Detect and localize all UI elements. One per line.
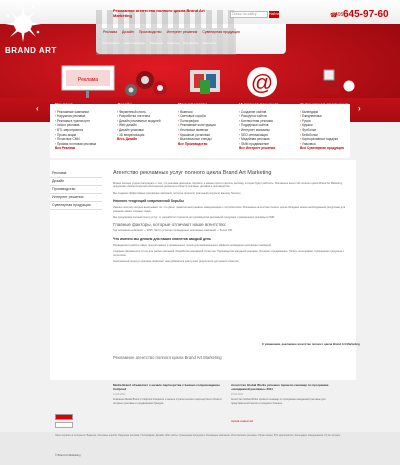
site-tagline: Рекламное агентство полного цикла Brand …	[113, 8, 205, 18]
category-title[interactable]: Сувенирная продукция	[300, 102, 348, 108]
search-button[interactable]: Найти	[269, 11, 279, 18]
page-title: Агентство рекламных услуг полного цикла …	[113, 170, 272, 176]
news-date: 15.03.2011	[231, 393, 244, 397]
footer-text: Наши сервисы в интернете: Вывески, Свето…	[55, 434, 341, 437]
category-all-link[interactable]: Вся Сувенирная продукция	[300, 146, 348, 151]
nav-item[interactable]: Реклама	[103, 30, 117, 37]
logo-text[interactable]: BRAND ART	[5, 46, 57, 55]
copyright: © Brand Art Marketing	[55, 454, 81, 457]
subnav-item[interactable]: Портфолио	[183, 41, 199, 47]
sub-nav: О компании Наши партнеры Вакансии Клиент…	[103, 41, 283, 47]
counter-badge[interactable]	[55, 422, 73, 428]
printing-icon	[190, 70, 220, 94]
subnav-item[interactable]: Наши партнеры	[124, 41, 146, 47]
sidebar-item-advertising[interactable]: Реклама	[50, 170, 102, 178]
news-item: Media Brand объявляет о начале партнерст…	[113, 383, 223, 405]
section-title: Рекламное агентство полного цикла Brand …	[113, 355, 222, 360]
arrow-right-icon[interactable]: ›	[358, 104, 361, 113]
news-item: Агентство Global Works успешно провело с…	[231, 383, 341, 405]
at-sign-icon: @	[247, 67, 277, 97]
search-input[interactable]: Поиск по сайту	[230, 11, 268, 18]
phone-number: 645-97-60	[343, 9, 389, 20]
paragraph: Создание фирменного стиля для любых комп…	[113, 250, 345, 257]
paragraph: Проведение в работе самых прогрессивных …	[113, 243, 272, 247]
content: Агентство рекламных услуг полного цикла …	[113, 170, 348, 266]
category-all-link[interactable]: Вся Реклама	[55, 146, 96, 151]
paragraph: Комплексный подход к рекламе позволяет н…	[113, 260, 240, 264]
arrow-left-icon[interactable]: ‹	[36, 104, 39, 113]
category-all-link[interactable]: Все Производство	[178, 142, 216, 147]
news-text: Компания Media Brand и Carlpoud объявили…	[113, 398, 222, 405]
subnav-item[interactable]: Клиенты	[167, 41, 179, 47]
subheading: Что именно мы делаем для наших клиентов …	[113, 236, 212, 241]
main-nav: Реклама Дизайн Производство Интернет реш…	[103, 30, 283, 37]
paragraph: Мы предлагаем полный спектр услуг: от ра…	[113, 216, 275, 220]
nav-item[interactable]: Производство	[139, 30, 162, 37]
souvenir-icon	[318, 69, 356, 94]
news-text: Агентство Global Works провело семинар п…	[231, 398, 326, 405]
news-title[interactable]: Агентство Global Works успешно провело с…	[231, 383, 341, 391]
counter-badge[interactable]	[55, 414, 73, 420]
category-design: Дизайн Фирменный стиль Разработка логоти…	[117, 102, 161, 142]
category-advertising: Реклама Рекламные кампании Наружная рекл…	[55, 102, 96, 151]
subheading: Немного тенденций современной борьбы	[113, 199, 185, 204]
nav-item[interactable]: Интернет решения	[167, 30, 198, 37]
news-date: 21.03.2011	[113, 393, 126, 397]
paragraph: Можно сколько угодно рассуждать о том, ч…	[113, 182, 343, 189]
subnav-item[interactable]: Вакансии	[150, 41, 163, 47]
sidebar-item-production[interactable]: Производство	[50, 186, 102, 194]
paragraph: Именно поэтому сегодня выигрывает тот, к…	[113, 206, 346, 213]
logo-splash-icon[interactable]	[3, 4, 43, 44]
sidebar-item-souvenirs[interactable]: Сувенирная продукция	[50, 202, 102, 210]
subnav-item[interactable]: Контакты	[203, 41, 216, 47]
paragraph: Год основания компании — 2005. Число усп…	[113, 229, 233, 233]
sidebar-item-design[interactable]: Дизайн	[50, 178, 102, 186]
section-heading: Главные факторы, которые отличают наше а…	[113, 222, 227, 228]
nav-item[interactable]: Сувенирная продукция	[202, 30, 240, 37]
paragraph: Мы создаем эффективные рекламные кампани…	[113, 191, 242, 195]
category-production: Производство Вывески Световые короба Пол…	[178, 102, 216, 147]
category-souvenirs: Сувенирная продукция Календари Ежедневни…	[300, 102, 348, 151]
category-title[interactable]: Интернет решения	[239, 102, 278, 108]
gears-icon	[125, 71, 167, 96]
sidebar: Реклама Дизайн Производство Интернет реш…	[50, 170, 102, 210]
sidebar-item-internet[interactable]: Интернет решения	[50, 194, 102, 202]
subnav-item[interactable]: О компании	[103, 41, 120, 47]
signature: С уважением, рекламное агентство полного…	[262, 342, 360, 346]
category-title[interactable]: Дизайн	[117, 102, 161, 108]
category-all-link[interactable]: Все Интернет решения	[239, 146, 278, 151]
nav-item[interactable]: Дизайн	[122, 30, 134, 37]
category-title[interactable]: Реклама	[55, 102, 96, 108]
billboard-text: Реклама	[78, 77, 98, 83]
category-internet: Интернет решения Создание сайтов Раскрут…	[239, 102, 278, 151]
svg-text:@: @	[251, 70, 273, 95]
news-archive-link[interactable]: Архив новостей	[231, 419, 253, 423]
category-title[interactable]: Производство	[178, 102, 216, 108]
category-all-link[interactable]: Весь Дизайн	[117, 137, 161, 142]
news-title[interactable]: Media Brand объявляет о начале партнерст…	[113, 383, 223, 391]
